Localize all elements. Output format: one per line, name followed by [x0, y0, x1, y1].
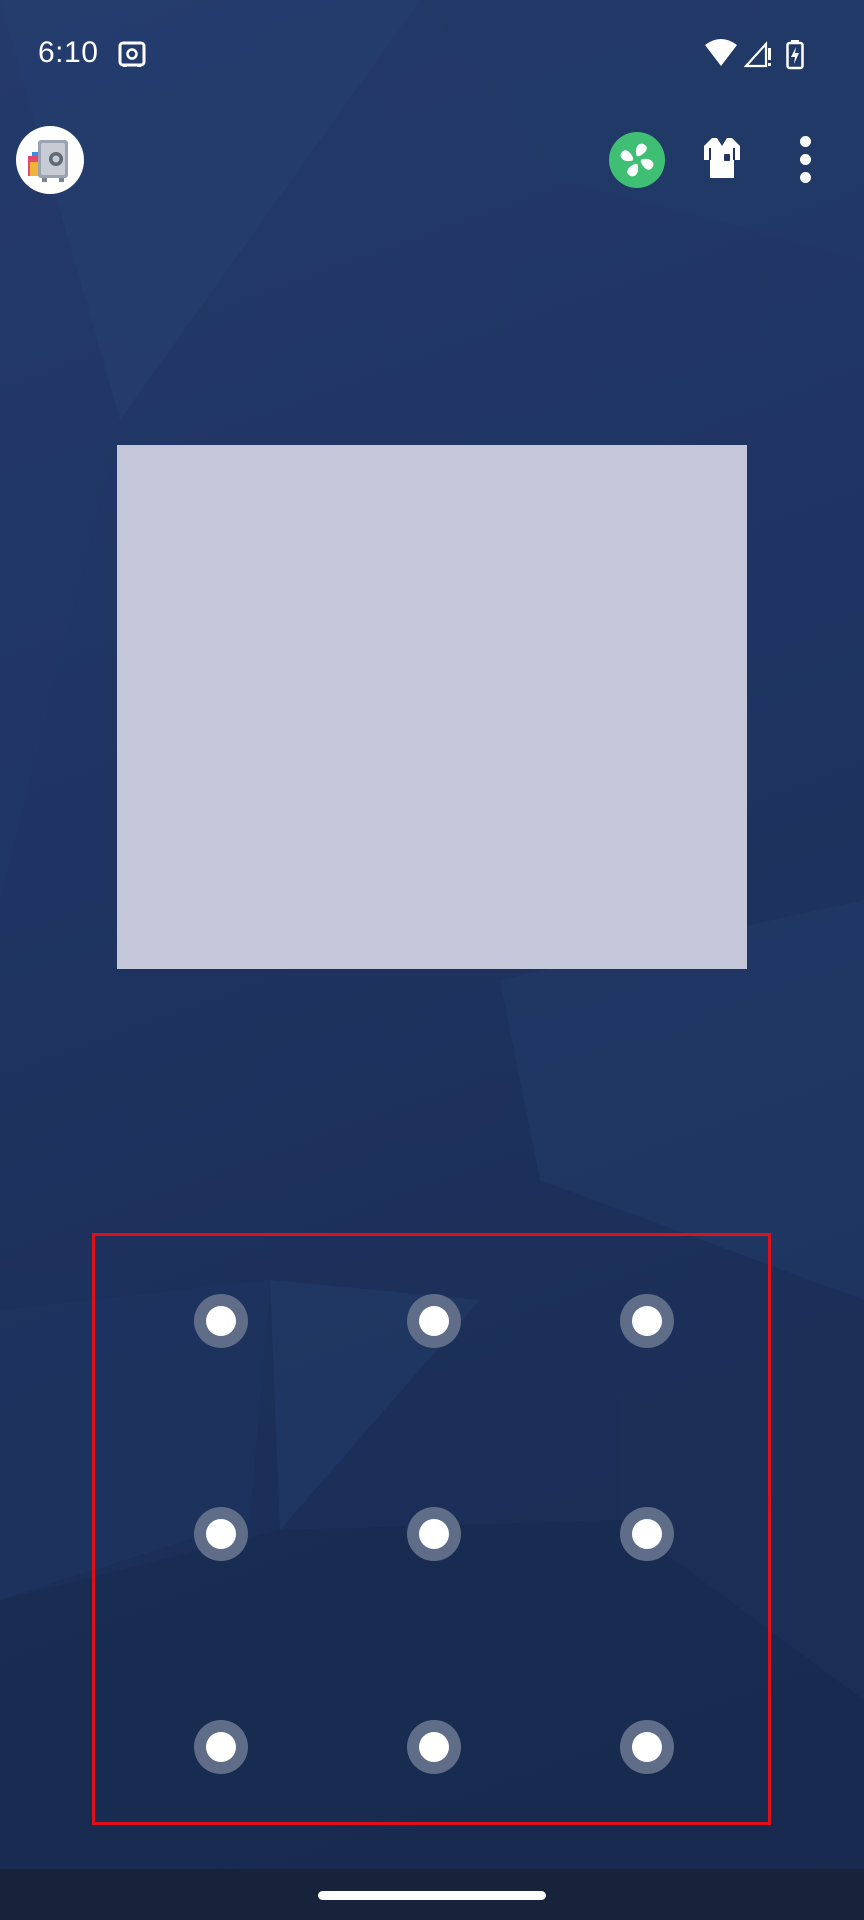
wifi-icon — [704, 38, 738, 68]
vault-notification-icon — [118, 40, 146, 68]
fan-boost-icon[interactable] — [609, 132, 665, 188]
top-toolbar — [0, 118, 864, 202]
pattern-dot-5[interactable] — [407, 1507, 461, 1561]
pattern-dot-3[interactable] — [620, 1294, 674, 1348]
pattern-dot-6[interactable] — [620, 1507, 674, 1561]
pattern-dot-center — [419, 1732, 449, 1762]
app-lock-vault-icon[interactable] — [16, 126, 84, 194]
pattern-dot-9[interactable] — [620, 1720, 674, 1774]
pattern-dot-center — [419, 1519, 449, 1549]
pattern-dot-center — [206, 1306, 236, 1336]
pattern-dot-center — [632, 1306, 662, 1336]
pattern-dot-2[interactable] — [407, 1294, 461, 1348]
battery-charging-icon — [786, 40, 804, 70]
status-time: 6:10 — [38, 36, 99, 69]
pattern-dot-center — [419, 1306, 449, 1336]
pattern-dot-8[interactable] — [407, 1720, 461, 1774]
more-dot — [800, 136, 811, 147]
pattern-dot-1[interactable] — [194, 1294, 248, 1348]
cellular-signal-icon — [743, 40, 772, 68]
more-options-icon[interactable] — [790, 134, 820, 184]
pattern-lock-grid[interactable] — [92, 1233, 771, 1825]
more-dot — [800, 172, 811, 183]
ad-banner-placeholder[interactable] — [117, 445, 747, 969]
home-gesture-handle[interactable] — [318, 1891, 546, 1900]
navigation-bar — [0, 1869, 864, 1920]
pattern-dot-4[interactable] — [194, 1507, 248, 1561]
more-dot — [800, 154, 811, 165]
pattern-dot-center — [206, 1519, 236, 1549]
theme-shirt-icon[interactable] — [698, 134, 746, 182]
pattern-dot-center — [632, 1732, 662, 1762]
pattern-dot-7[interactable] — [194, 1720, 248, 1774]
pattern-dot-center — [206, 1732, 236, 1762]
pattern-dot-center — [632, 1519, 662, 1549]
status-bar: 6:10 — [0, 0, 864, 110]
